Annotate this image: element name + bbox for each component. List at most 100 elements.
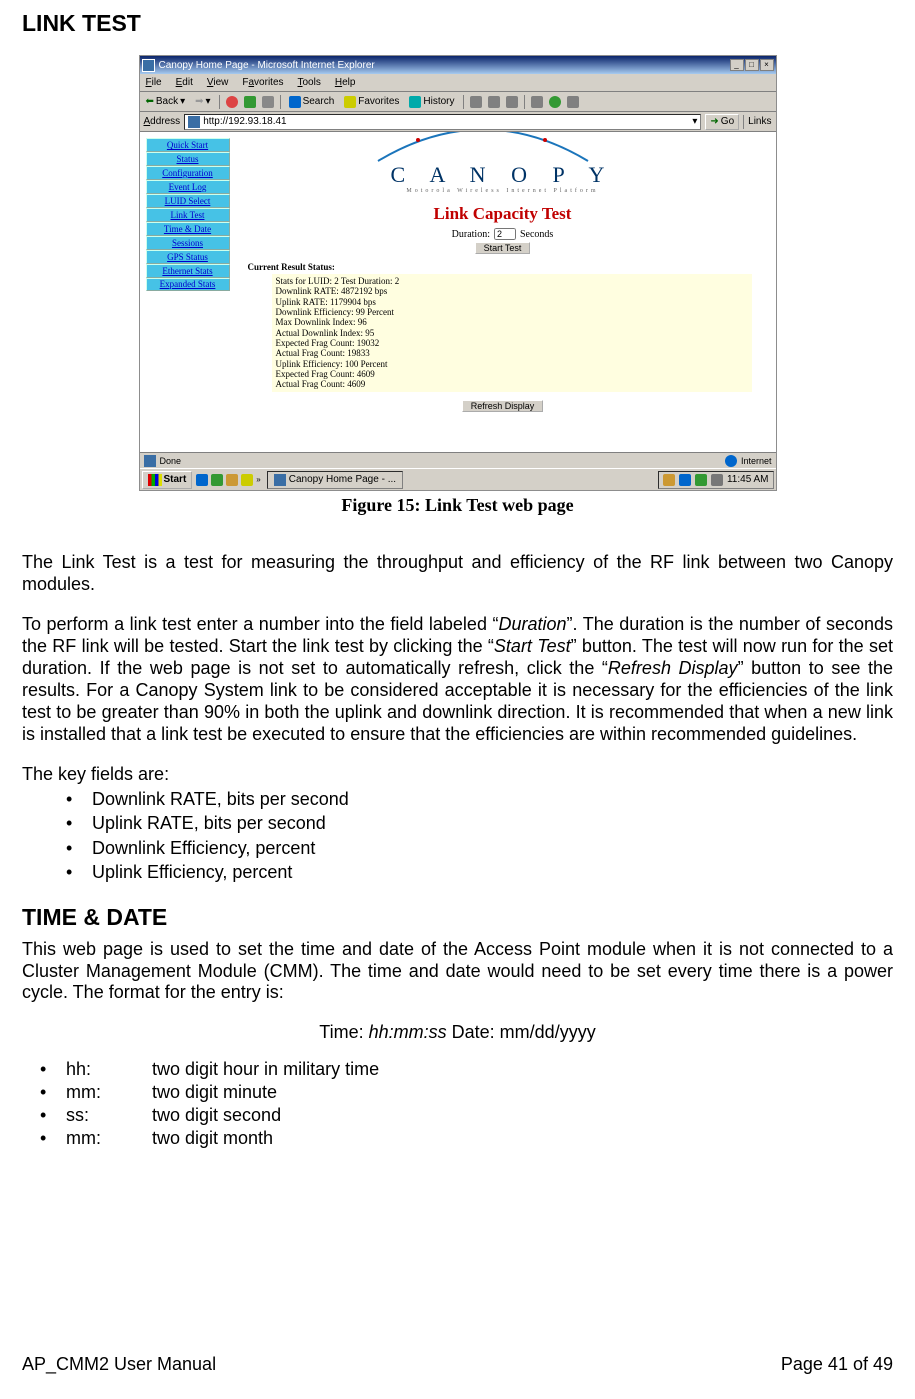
footer-doc-title: AP_CMM2 User Manual (22, 1354, 216, 1375)
paragraph-link-test-howto: To perform a link test enter a number in… (22, 614, 893, 746)
page-icon (188, 116, 200, 128)
taskbar-clock: 11:45 AM (727, 474, 769, 485)
figure-caption: Figure 15: Link Test web page (22, 495, 893, 516)
nav-gps-status[interactable]: GPS Status (146, 250, 230, 264)
edit-icon[interactable] (506, 96, 518, 108)
nav-time-date[interactable]: Time & Date (146, 222, 230, 236)
search-button[interactable]: Search (287, 96, 337, 108)
page-title-link-capacity: Link Capacity Test (434, 204, 572, 224)
go-button[interactable]: ➜Go (705, 114, 739, 130)
footer-page-number: Page 41 of 49 (781, 1354, 893, 1375)
section-heading-time-date: TIME & DATE (22, 904, 893, 931)
address-label: Address (144, 116, 181, 127)
stop-icon[interactable] (226, 96, 238, 108)
home-icon[interactable] (262, 96, 274, 108)
duration-label: Duration: (452, 229, 490, 240)
nav-status[interactable]: Status (146, 152, 230, 166)
key-fields-list: Downlink RATE, bits per second Uplink RA… (22, 788, 893, 884)
menu-edit[interactable]: Edit (176, 77, 193, 88)
key-fields-label: The key fields are: (22, 764, 893, 786)
list-item: Uplink RATE, bits per second (66, 812, 893, 835)
canopy-logo: C A N O P Y (391, 162, 615, 188)
history-button[interactable]: History (407, 96, 456, 108)
quicklaunch-icon[interactable] (211, 474, 223, 486)
duration-unit: Seconds (520, 229, 553, 240)
nav-sessions[interactable]: Sessions (146, 236, 230, 250)
browser-toolbar: ⬅Back ▾ ➡ ▾ Search Favorites History (140, 92, 776, 112)
list-item: Downlink RATE, bits per second (66, 788, 893, 811)
minimize-button[interactable]: _ (730, 59, 744, 71)
result-line: Expected Frag Count: 19032 (276, 338, 748, 348)
nav-quick-start[interactable]: Quick Start (146, 138, 230, 152)
paragraph-time-date: This web page is used to set the time an… (22, 939, 893, 1005)
messenger-icon[interactable] (549, 96, 561, 108)
internet-zone-icon (725, 455, 737, 467)
result-line: Stats for LUID: 2 Test Duration: 2 (276, 276, 748, 286)
list-item: hh:two digit hour in military time (66, 1059, 893, 1080)
result-line: Actual Frag Count: 4609 (276, 379, 748, 389)
menu-view[interactable]: View (207, 77, 229, 88)
list-item: ss:two digit second (66, 1105, 893, 1126)
page-footer: AP_CMM2 User Manual Page 41 of 49 (22, 1354, 893, 1375)
nav-configuration[interactable]: Configuration (146, 166, 230, 180)
result-line: Downlink RATE: 4872192 bps (276, 286, 748, 296)
status-zone: Internet (741, 456, 772, 466)
close-button[interactable]: × (760, 59, 774, 71)
refresh-display-button[interactable]: Refresh Display (462, 400, 544, 412)
list-item: Uplink Efficiency, percent (66, 861, 893, 884)
tray-icon[interactable] (679, 474, 691, 486)
result-line: Uplink RATE: 1179904 bps (276, 297, 748, 307)
tray-icon[interactable] (711, 474, 723, 486)
start-button[interactable]: Start (142, 471, 193, 489)
tray-icon[interactable] (695, 474, 707, 486)
list-item: Downlink Efficiency, percent (66, 837, 893, 860)
menu-file[interactable]: File (146, 77, 162, 88)
result-box: Stats for LUID: 2 Test Duration: 2 Downl… (272, 274, 752, 392)
address-field[interactable]: http://192.93.18.41 ▾ (184, 114, 701, 130)
address-bar-row: Address http://192.93.18.41 ▾ ➜Go Links (140, 112, 776, 132)
mail-icon[interactable] (470, 96, 482, 108)
result-line: Max Downlink Index: 96 (276, 317, 748, 327)
maximize-button[interactable]: □ (745, 59, 759, 71)
refresh-icon[interactable] (244, 96, 256, 108)
system-tray: 11:45 AM (658, 471, 774, 489)
forward-button[interactable]: ➡ ▾ (193, 96, 212, 107)
tray-icon[interactable] (663, 474, 675, 486)
quicklaunch-icon[interactable] (226, 474, 238, 486)
menu-tools[interactable]: Tools (298, 77, 321, 88)
quicklaunch-icon[interactable] (241, 474, 253, 486)
menu-help[interactable]: Help (335, 77, 356, 88)
favorites-button[interactable]: Favorites (342, 96, 401, 108)
nav-link-test[interactable]: Link Test (146, 208, 230, 222)
list-item: mm:two digit minute (66, 1082, 893, 1103)
menu-bar: File Edit View Favorites Tools Help (140, 74, 776, 92)
print-icon[interactable] (488, 96, 500, 108)
back-button[interactable]: ⬅Back ▾ (144, 96, 188, 107)
start-test-button[interactable]: Start Test (475, 242, 531, 254)
result-line: Downlink Efficiency: 99 Percent (276, 307, 748, 317)
nav-ethernet-stats[interactable]: Ethernet Stats (146, 264, 230, 278)
menu-favorites[interactable]: Favorites (242, 77, 283, 88)
time-date-field-definitions: hh:two digit hour in military time mm:tw… (22, 1059, 893, 1149)
screenshot-link-test-page: Canopy Home Page - Microsoft Internet Ex… (139, 55, 777, 491)
links-label[interactable]: Links (748, 116, 771, 127)
window-titlebar: Canopy Home Page - Microsoft Internet Ex… (140, 56, 776, 74)
list-item: mm:two digit month (66, 1128, 893, 1149)
ie-icon (274, 474, 286, 486)
section-heading-link-test: LINK TEST (22, 10, 893, 37)
page-icon (144, 455, 156, 467)
discuss-icon[interactable] (531, 96, 543, 108)
windows-flag-icon (148, 474, 162, 486)
nav-luid-select[interactable]: LUID Select (146, 194, 230, 208)
related-icon[interactable] (567, 96, 579, 108)
result-line: Uplink Efficiency: 100 Percent (276, 359, 748, 369)
duration-input[interactable] (494, 228, 516, 240)
canopy-arc-icon (373, 132, 593, 166)
address-url: http://192.93.18.41 (203, 116, 286, 127)
ie-icon (142, 59, 155, 72)
nav-event-log[interactable]: Event Log (146, 180, 230, 194)
browser-status-bar: Done Internet (140, 452, 776, 468)
nav-expanded-stats[interactable]: Expanded Stats (146, 278, 230, 291)
taskbar-app-canopy[interactable]: Canopy Home Page - ... (267, 471, 403, 489)
quicklaunch-icon[interactable] (196, 474, 208, 486)
